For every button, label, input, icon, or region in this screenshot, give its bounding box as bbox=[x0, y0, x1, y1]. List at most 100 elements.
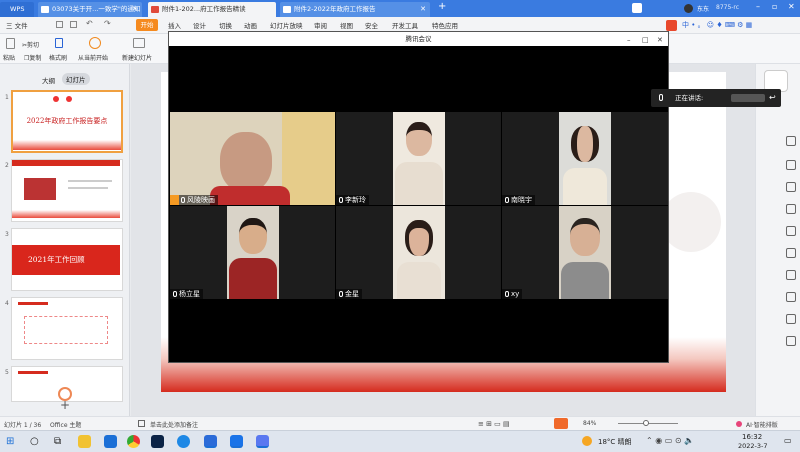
close-icon[interactable]: ✕ bbox=[788, 2, 795, 11]
save-icon[interactable] bbox=[56, 21, 63, 28]
tools-icon[interactable] bbox=[786, 336, 796, 346]
slide-thumb-3[interactable]: 2021年工作回顾 bbox=[11, 228, 123, 291]
menu-file[interactable]: 三 文件 bbox=[6, 20, 28, 30]
play-slideshow-button[interactable] bbox=[554, 418, 568, 429]
thumb-text-line bbox=[68, 180, 112, 182]
participant-body bbox=[397, 262, 441, 299]
menu-features[interactable]: 特色应用 bbox=[432, 20, 458, 30]
star-icon[interactable] bbox=[786, 182, 796, 192]
picture-icon[interactable] bbox=[786, 248, 796, 258]
tab-outline[interactable]: 大纲 bbox=[42, 75, 55, 85]
app-icon[interactable] bbox=[104, 435, 117, 448]
new-tab-button[interactable]: + bbox=[438, 1, 446, 12]
menu-review[interactable]: 审阅 bbox=[314, 20, 327, 30]
maximize-icon[interactable]: ▫ bbox=[772, 2, 777, 11]
minimize-icon[interactable]: – bbox=[756, 2, 760, 11]
video-tile[interactable]: 金星 bbox=[336, 206, 501, 299]
doc-tab-3[interactable]: 附件2-2022年政府工作报告 ✕ bbox=[280, 2, 430, 17]
menu-security[interactable]: 安全 bbox=[365, 20, 378, 30]
video-tile[interactable]: 杨立星 bbox=[170, 206, 335, 299]
edge-icon[interactable] bbox=[177, 435, 190, 448]
tab-slides[interactable]: 幻灯片 bbox=[62, 73, 90, 85]
doc-tab-2[interactable]: 附件1-202...府工作报告精读 bbox=[148, 2, 276, 17]
print-icon[interactable] bbox=[70, 21, 77, 28]
video-background bbox=[282, 112, 335, 205]
format-icon[interactable] bbox=[786, 136, 796, 146]
copy-button[interactable]: ❐复制 bbox=[24, 53, 41, 62]
close-button[interactable]: ✕ bbox=[657, 33, 663, 47]
doc-tab-1[interactable]: 03073关于开...一致学"的通知 ✕ bbox=[38, 2, 142, 17]
format-painter-button[interactable]: 格式刷 bbox=[49, 53, 67, 62]
share-icon[interactable] bbox=[786, 292, 796, 302]
paste-button[interactable]: 粘贴 bbox=[3, 53, 15, 62]
wps-icon[interactable] bbox=[256, 435, 269, 448]
gear-icon[interactable] bbox=[786, 160, 796, 170]
paste-icon[interactable] bbox=[6, 38, 15, 49]
from-current-button[interactable]: 从当前开始 bbox=[78, 53, 108, 62]
menu-design[interactable]: 设计 bbox=[193, 20, 206, 30]
tencent-meeting-icon[interactable] bbox=[204, 435, 217, 448]
cloud-app-icon[interactable] bbox=[230, 435, 243, 448]
menu-animation[interactable]: 动画 bbox=[244, 20, 257, 30]
add-slide-button[interactable]: + bbox=[60, 398, 70, 412]
undo-icon[interactable]: ↶ bbox=[86, 19, 93, 28]
notifications-icon[interactable]: ▭ bbox=[784, 436, 792, 445]
sogou-input-icon[interactable] bbox=[666, 20, 677, 31]
menu-start[interactable]: 开始 bbox=[136, 19, 158, 31]
video-icon[interactable] bbox=[786, 314, 796, 324]
menu-insert[interactable]: 插入 bbox=[168, 20, 181, 30]
slide-count: 幻灯片 1 / 36 bbox=[4, 422, 42, 429]
slide-thumb-4[interactable] bbox=[11, 297, 123, 360]
photoshop-icon[interactable] bbox=[151, 435, 164, 448]
ime-toolbar[interactable]: 中 • 。 ☺ ♦ ⌨ ⚙ ▦ bbox=[682, 20, 752, 30]
menu-slideshow[interactable]: 幻灯片放映 bbox=[270, 20, 303, 30]
meeting-window[interactable]: 腾讯会议 – □ ✕ 风陵映画 李新玲 南晓宇 杨立星 金星 xy bbox=[168, 31, 669, 363]
system-tray-icons[interactable]: ⌃ ◉ ▭ ⊙ 🔈 bbox=[646, 436, 694, 445]
windows-start-icon[interactable]: ⊞ bbox=[6, 436, 14, 447]
window-layout-icon[interactable] bbox=[632, 3, 642, 13]
participant-body bbox=[229, 258, 277, 299]
notes-icon bbox=[138, 420, 145, 427]
format-painter-icon[interactable] bbox=[55, 38, 63, 48]
view-mode-icons[interactable]: ≡ ⊞ ▭ ▤ bbox=[478, 420, 510, 428]
thumb-title: 2021年工作回顾 bbox=[28, 255, 85, 264]
menu-transition[interactable]: 切换 bbox=[219, 20, 232, 30]
task-view-icon[interactable]: ⧉ bbox=[54, 436, 61, 447]
wps-home-tab[interactable]: WPS bbox=[0, 2, 34, 17]
slide-thumb-1[interactable]: 2022年政府工作报告要点 bbox=[11, 90, 123, 153]
new-slide-icon[interactable] bbox=[133, 38, 145, 48]
notes-placeholder[interactable]: 单击此处添加备注 bbox=[150, 420, 198, 429]
video-tile[interactable]: 风陵映画 bbox=[170, 112, 335, 205]
doc-tab-label: 附件1-202...府工作报告精读 bbox=[162, 5, 246, 13]
video-tile[interactable]: 李新玲 bbox=[336, 112, 501, 205]
file-explorer-icon[interactable] bbox=[78, 435, 91, 448]
chrome-icon[interactable] bbox=[127, 435, 140, 448]
cut-button[interactable]: ✂剪切 bbox=[22, 40, 39, 49]
slide-thumb-5[interactable] bbox=[11, 366, 123, 402]
slide-thumb-2[interactable] bbox=[11, 159, 123, 222]
video-tile[interactable]: 南晓宇 bbox=[502, 112, 668, 205]
clock-time: 16:32 bbox=[742, 433, 763, 441]
video-feed bbox=[393, 112, 445, 205]
minimize-button[interactable]: – bbox=[627, 33, 631, 47]
menu-developer[interactable]: 开发工具 bbox=[392, 20, 418, 30]
redo-icon[interactable]: ↷ bbox=[104, 19, 111, 28]
animation-icon[interactable] bbox=[786, 226, 796, 236]
search-icon[interactable]: ○ bbox=[30, 436, 39, 447]
video-tile[interactable]: xy bbox=[502, 206, 668, 299]
close-icon[interactable]: ✕ bbox=[420, 2, 426, 17]
close-icon[interactable]: ✕ bbox=[132, 2, 138, 17]
play-icon[interactable] bbox=[89, 37, 101, 49]
weather-text[interactable]: 18°C 晴朗 bbox=[598, 437, 632, 447]
ai-layout-button[interactable]: AI·智能排版 bbox=[746, 420, 778, 429]
table-icon[interactable] bbox=[786, 270, 796, 280]
sun-icon bbox=[582, 436, 592, 446]
shape-icon[interactable] bbox=[786, 204, 796, 214]
avatar[interactable] bbox=[684, 4, 693, 13]
new-slide-button[interactable]: 新建幻灯片 bbox=[122, 53, 152, 62]
zoom-slider-thumb[interactable] bbox=[643, 420, 649, 426]
collapse-icon[interactable]: ↩ bbox=[769, 89, 776, 107]
microphone-icon bbox=[339, 291, 343, 297]
maximize-button[interactable]: □ bbox=[642, 33, 649, 47]
menu-view[interactable]: 视图 bbox=[340, 20, 353, 30]
